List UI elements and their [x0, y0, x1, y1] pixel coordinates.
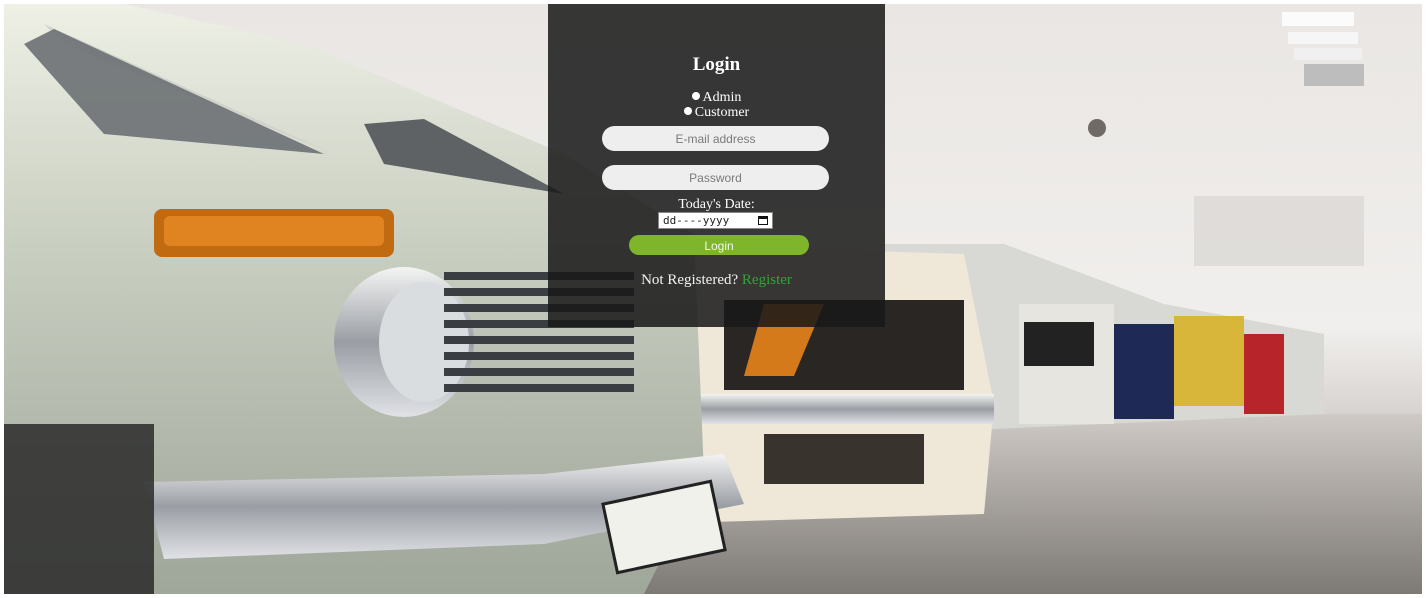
- page-viewport: Login Admin Customer Today's Date: dd---…: [4, 4, 1422, 594]
- date-label: Today's Date:: [678, 197, 755, 212]
- radio-dot-icon[interactable]: [683, 107, 692, 115]
- register-line: Not Registered? Register: [548, 272, 885, 289]
- role-radio-group: Admin Customer: [548, 90, 885, 120]
- login-panel: Login Admin Customer Today's Date: dd---…: [548, 4, 885, 327]
- login-button[interactable]: Login: [629, 235, 809, 255]
- date-value: dd----yyyy: [663, 214, 730, 227]
- role-label-customer: Customer: [694, 105, 750, 120]
- email-field[interactable]: [602, 126, 829, 151]
- date-input[interactable]: dd----yyyy: [658, 212, 773, 229]
- login-title: Login: [692, 54, 741, 75]
- role-option-admin[interactable]: Admin: [548, 90, 885, 105]
- calendar-icon[interactable]: [758, 216, 768, 225]
- password-field[interactable]: [602, 165, 829, 190]
- register-link[interactable]: Register: [742, 272, 792, 288]
- radio-dot-icon[interactable]: [691, 92, 700, 100]
- role-label-admin: Admin: [702, 90, 742, 105]
- not-registered-text: Not Registered?: [641, 272, 739, 288]
- role-option-customer[interactable]: Customer: [548, 105, 885, 120]
